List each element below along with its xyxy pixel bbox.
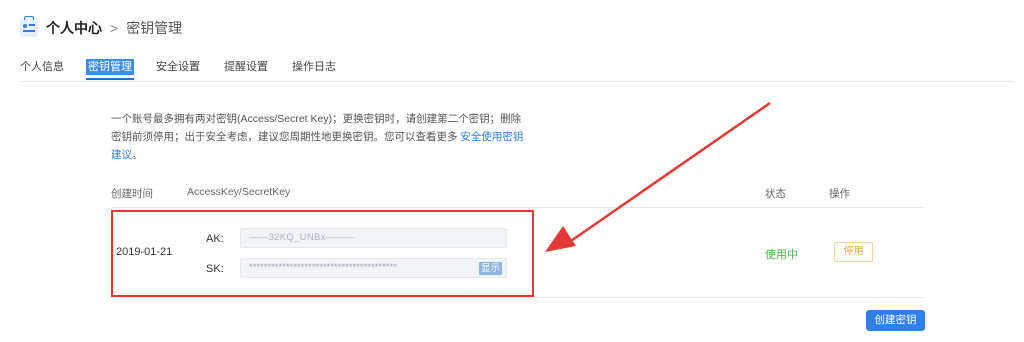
annotation-arrow-icon [545, 101, 771, 252]
